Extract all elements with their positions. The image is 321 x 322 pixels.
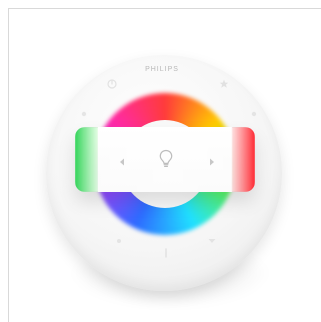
- panel-right-color-edge: [232, 127, 255, 192]
- lightbulb-icon[interactable]: [157, 148, 175, 170]
- power-icon-svg: [107, 79, 117, 89]
- circle-dot-right-icon[interactable]: [248, 108, 260, 120]
- power-icon[interactable]: [106, 78, 118, 90]
- dot-icon[interactable]: [113, 235, 125, 247]
- circle-dot-right-icon-svg: [251, 111, 257, 117]
- lightbulb-icon-svg: [159, 149, 173, 167]
- chevron-left-icon-svg: [120, 158, 124, 166]
- chevron-left-icon[interactable]: [117, 154, 127, 166]
- chevron-down-icon-svg: [208, 239, 216, 243]
- circle-dot-left-icon-svg: [81, 111, 87, 117]
- panel-left-color-edge: [75, 127, 98, 192]
- frame-top-border: [0, 0, 321, 9]
- chevron-right-icon-svg: [210, 158, 214, 166]
- minus-icon-svg: [165, 248, 167, 258]
- circle-dot-left-icon[interactable]: [78, 108, 90, 120]
- star-icon[interactable]: [218, 78, 230, 90]
- chevron-down-icon[interactable]: [206, 235, 218, 247]
- brand-logo-text: PHILIPS: [145, 66, 179, 73]
- frame-left-border: [0, 8, 9, 322]
- chevron-right-icon[interactable]: [207, 154, 217, 166]
- dot-icon-svg: [117, 239, 121, 243]
- star-icon-svg: [219, 79, 229, 88]
- minus-icon[interactable]: [160, 246, 172, 260]
